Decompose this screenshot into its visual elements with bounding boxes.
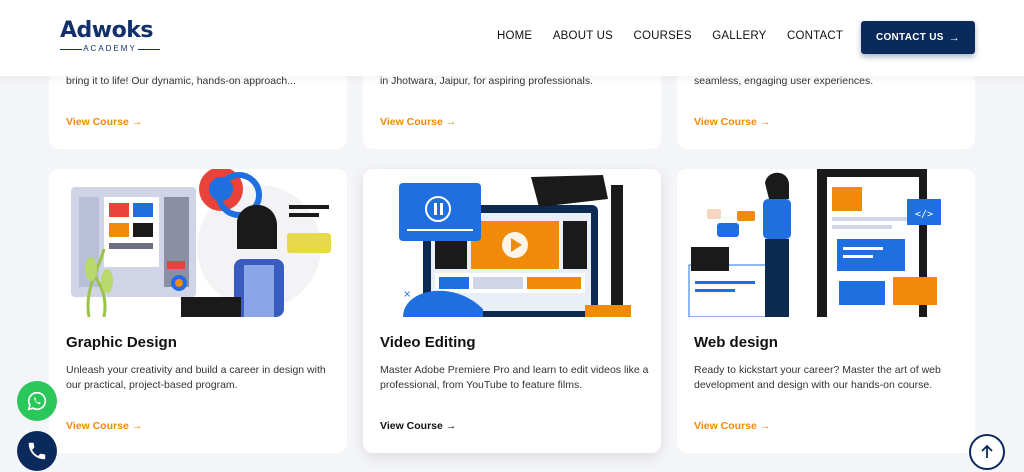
logo-subtitle: ACADEMY <box>60 44 160 53</box>
nav-gallery[interactable]: GALLERY <box>712 30 766 42</box>
view-course-link[interactable]: View Course → <box>66 116 142 128</box>
course-card-graphic-design[interactable]: Graphic Design Unleash your creativity a… <box>49 169 347 453</box>
view-course-link[interactable]: View Course → <box>694 116 770 128</box>
web-design-illustration: </> <box>688 169 941 317</box>
course-description: Unleash your creativity and build a care… <box>66 364 326 391</box>
course-description: Master Adobe Premiere Pro and learn to e… <box>380 364 649 391</box>
svg-text:</>: </> <box>915 209 933 220</box>
nav-about-us[interactable]: ABOUT US <box>553 30 613 42</box>
view-course-link[interactable]: View Course → <box>66 420 142 432</box>
arrow-up-icon <box>981 444 993 458</box>
main-nav: HOME ABOUT US COURSES GALLERY CONTACT <box>497 30 864 42</box>
video-editing-illustration: × <box>399 175 631 317</box>
nav-courses[interactable]: COURSES <box>634 30 692 42</box>
svg-text:×: × <box>403 289 411 300</box>
course-card-web-design[interactable]: </> Web design Ready to kickstart your c… <box>677 169 975 453</box>
nav-contact[interactable]: CONTACT <box>787 30 843 42</box>
course-card-video-editing[interactable]: × Video Editing Master Adobe Premiere Pr… <box>363 169 661 453</box>
view-course-link[interactable]: View Course → <box>380 116 456 128</box>
view-course-link[interactable]: View Course → <box>694 420 770 432</box>
phone-button[interactable] <box>17 431 57 471</box>
nav-home[interactable]: HOME <box>497 30 532 42</box>
view-course-link[interactable]: View Course → <box>380 420 456 432</box>
course-title: Graphic Design <box>66 334 177 351</box>
course-title: Web design <box>694 334 778 351</box>
contact-us-button[interactable]: CONTACT US → <box>861 21 975 54</box>
course-description: Ready to kickstart your career? Master t… <box>694 364 941 391</box>
contact-us-label: CONTACT US <box>875 32 944 43</box>
logo-wordmark: Adwoks <box>60 18 153 43</box>
whatsapp-button[interactable] <box>17 381 57 421</box>
phone-icon <box>28 442 46 460</box>
graphic-design-illustration <box>71 169 331 317</box>
arrow-right-icon: → <box>948 31 961 44</box>
course-description: seamless, engaging user experiences. <box>694 75 874 87</box>
logo[interactable]: Adwoks ACADEMY <box>60 20 164 56</box>
course-title: Video Editing <box>380 334 476 351</box>
site-header: Adwoks ACADEMY HOME ABOUT US COURSES GAL… <box>0 0 1024 76</box>
scroll-to-top-button[interactable] <box>969 434 1005 470</box>
course-description: bring it to life! Our dynamic, hands-on … <box>66 75 296 87</box>
course-description: in Jhotwara, Jaipur, for aspiring profes… <box>380 75 594 87</box>
whatsapp-icon <box>27 391 47 411</box>
